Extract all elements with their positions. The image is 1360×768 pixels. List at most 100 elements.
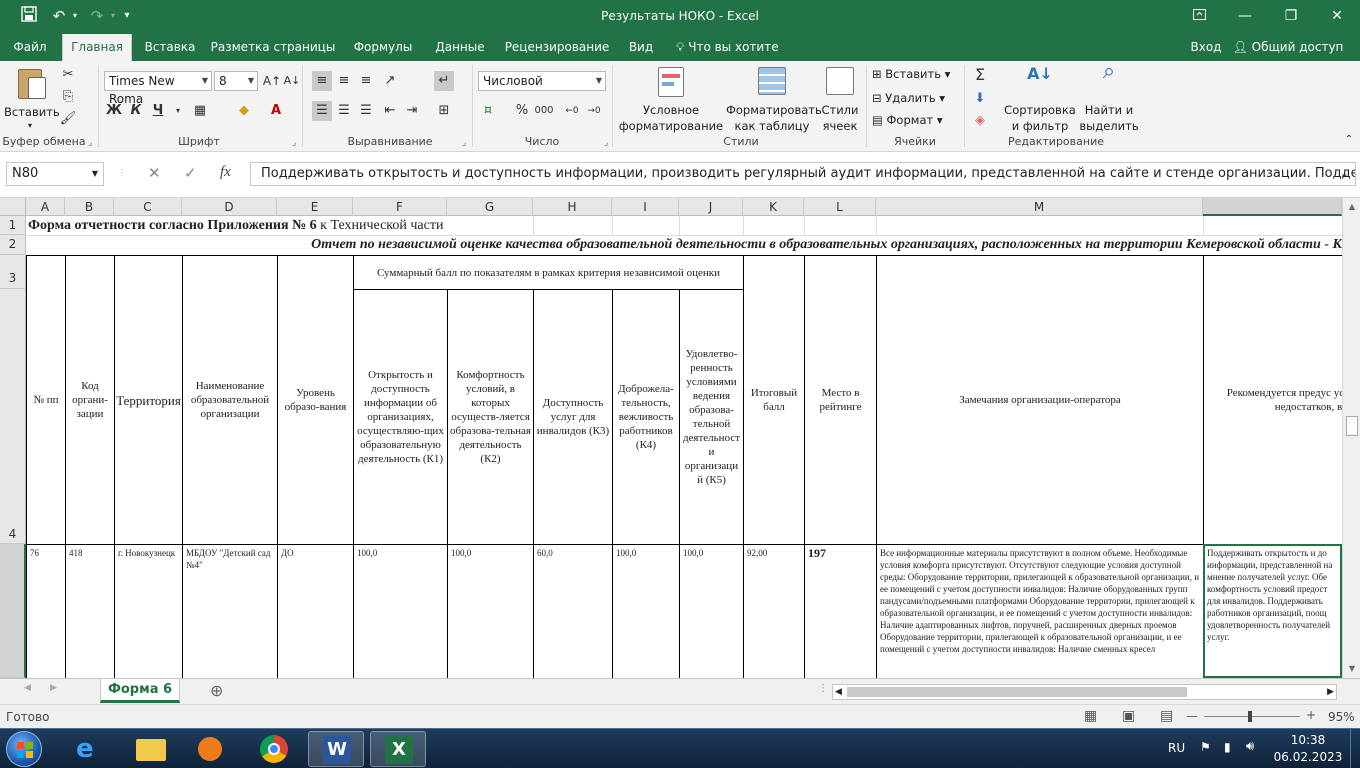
horizontal-scrollbar[interactable]: ◀ ▶ xyxy=(832,684,1337,700)
font-name-select[interactable]: Times New Roma ▼ xyxy=(104,71,212,106)
page-break-view-icon[interactable]: ▤ xyxy=(1160,708,1173,724)
spreadsheet-grid[interactable]: A B C D E F G H I J K L M 1 2 3 4 Форма … xyxy=(0,198,1342,678)
cell-c80[interactable]: г. Новокузнецк xyxy=(115,545,182,678)
cell-k80[interactable]: 92,00 xyxy=(744,545,804,678)
header-a[interactable]: № пп xyxy=(27,256,65,544)
criteria-group-header[interactable]: Суммарный балл по показателям в рамках к… xyxy=(354,256,743,289)
tab-formulas[interactable]: Формулы xyxy=(346,34,420,61)
clear-icon[interactable]: ◈ xyxy=(970,111,990,131)
row-header-2[interactable]: 2 xyxy=(0,235,26,255)
share-button[interactable]: 👤︎ Общий доступ xyxy=(1232,34,1344,61)
align-right-icon[interactable]: ☰ xyxy=(356,101,376,121)
column-header-d[interactable]: D xyxy=(182,198,277,216)
clock-date[interactable]: 06.02.2023 xyxy=(1272,750,1344,764)
thousands-button[interactable]: 000 xyxy=(534,101,554,121)
fill-color-icon[interactable]: ◆ xyxy=(234,101,254,121)
name-box[interactable]: N80 ▼ xyxy=(6,162,104,186)
header-i[interactable]: Доброжела-тельность, вежливость работник… xyxy=(613,290,679,544)
column-header-h[interactable]: H xyxy=(533,198,612,216)
cell-m80[interactable]: Все информационные материалы присутствую… xyxy=(877,545,1203,678)
align-left-icon[interactable]: ☰ xyxy=(312,101,332,121)
currency-icon[interactable]: ¤ xyxy=(478,101,498,121)
bold-button[interactable]: Ж xyxy=(104,101,124,121)
zoom-out-button[interactable]: — xyxy=(1186,709,1198,723)
column-header-k[interactable]: K xyxy=(743,198,804,216)
column-header-e[interactable]: E xyxy=(277,198,353,216)
header-f[interactable]: Открытость и доступность информации об о… xyxy=(354,290,447,544)
cell-l80[interactable]: 197 xyxy=(805,545,876,678)
header-l[interactable]: Место в рейтинге xyxy=(805,256,876,544)
font-size-select[interactable]: 8 ▼ xyxy=(214,71,258,91)
tab-home[interactable]: Главная xyxy=(62,34,132,61)
cell-i80[interactable]: 100,0 xyxy=(613,545,679,678)
cell-styles-button[interactable]: Стили ячеек xyxy=(818,65,862,135)
minimize-button[interactable]: — xyxy=(1222,0,1268,32)
cell-a2-report-title[interactable]: Отчет по независимой оценке качества обр… xyxy=(200,236,1342,254)
column-header-g[interactable]: G xyxy=(447,198,533,216)
tab-file[interactable]: Файл xyxy=(0,34,60,61)
increase-indent-icon[interactable]: ⇥ xyxy=(402,101,422,121)
align-top-icon[interactable]: ≡ xyxy=(312,71,332,91)
alignment-launcher-icon[interactable]: ⌟ xyxy=(462,138,466,148)
sheet-tab-form6[interactable]: Форма 6 xyxy=(100,679,180,703)
tab-view[interactable]: Вид xyxy=(622,34,660,61)
column-header-j[interactable]: J xyxy=(679,198,743,216)
shrink-font-icon[interactable]: A↓ xyxy=(282,71,302,91)
tab-review[interactable]: Рецензирование xyxy=(500,34,614,61)
insert-function-button[interactable]: fx xyxy=(220,164,231,181)
taskbar-excel-icon[interactable]: X xyxy=(370,731,426,767)
vertical-scroll-thumb[interactable] xyxy=(1346,416,1358,436)
zoom-slider-thumb[interactable] xyxy=(1248,711,1252,722)
select-all-corner[interactable] xyxy=(0,198,26,216)
taskbar-ie-icon[interactable]: e xyxy=(62,731,118,767)
collapse-ribbon-icon[interactable]: ⌃ xyxy=(1342,133,1356,147)
row-header-1[interactable]: 1 xyxy=(0,216,26,235)
clock-time[interactable]: 10:38 xyxy=(1278,733,1338,747)
prev-sheet-icon[interactable]: ◀ xyxy=(24,683,31,693)
zoom-level[interactable]: 95% xyxy=(1328,710,1355,724)
enter-icon[interactable]: ✓ xyxy=(184,164,197,182)
save-icon[interactable] xyxy=(18,6,40,26)
taskbar-media-icon[interactable] xyxy=(182,731,238,767)
row-header-80[interactable] xyxy=(0,544,26,678)
cell-h80[interactable]: 60,0 xyxy=(534,545,612,678)
page-layout-view-icon[interactable]: ▣ xyxy=(1122,708,1135,724)
add-sheet-button[interactable]: ⊕ xyxy=(210,681,223,700)
formula-input[interactable]: Поддерживать открытость и доступность ин… xyxy=(250,162,1356,186)
tab-data[interactable]: Данные xyxy=(428,34,492,61)
vertical-scrollbar[interactable]: ▲ ▼ xyxy=(1342,198,1360,678)
cut-icon[interactable]: ✂︎ xyxy=(58,65,78,85)
align-bottom-icon[interactable]: ≡ xyxy=(356,71,376,91)
header-j[interactable]: Удовлетво-ренность условиями ведения обр… xyxy=(680,290,743,544)
horizontal-scroll-thumb[interactable] xyxy=(847,687,1187,697)
tab-page-layout[interactable]: Разметка страницы xyxy=(210,34,336,61)
borders-icon[interactable]: ▦ xyxy=(190,101,210,121)
column-header-a[interactable]: A xyxy=(26,198,65,216)
cell-g80[interactable]: 100,0 xyxy=(448,545,533,678)
row-header-4[interactable]: 4 xyxy=(0,289,26,544)
format-as-table-button[interactable]: Форматировать как таблицу xyxy=(726,65,822,135)
scroll-left-icon[interactable]: ◀ xyxy=(835,685,842,699)
column-header-f[interactable]: F xyxy=(353,198,447,216)
column-header-c[interactable]: C xyxy=(114,198,182,216)
cell-f80[interactable]: 100,0 xyxy=(354,545,447,678)
delete-cells-button[interactable]: ⊟ Удалить ▾ xyxy=(872,91,962,105)
header-k[interactable]: Итоговый балл xyxy=(744,256,804,544)
ribbon-display-icon[interactable] xyxy=(1176,0,1222,32)
header-e[interactable]: Уровень образо-вания xyxy=(278,256,353,544)
zoom-in-button[interactable]: + xyxy=(1306,708,1316,722)
cell-j80[interactable]: 100,0 xyxy=(680,545,743,678)
next-sheet-icon[interactable]: ▶ xyxy=(50,683,57,693)
close-button[interactable]: ✕ xyxy=(1314,0,1360,32)
orientation-icon[interactable]: ↗ xyxy=(380,71,400,91)
font-color-icon[interactable]: A xyxy=(266,101,286,121)
number-launcher-icon[interactable]: ⌟ xyxy=(604,138,608,148)
customize-toolbar-icon[interactable]: ▾ xyxy=(120,6,134,26)
action-center-icon[interactable]: ⚑ xyxy=(1200,740,1211,754)
merge-center-icon[interactable]: ⊞ xyxy=(434,101,454,121)
redo-dropdown-icon[interactable]: ▾ xyxy=(108,6,118,26)
fill-icon[interactable]: ⬇ xyxy=(970,89,990,109)
find-select-button[interactable]: ⌕ Найти и выделить xyxy=(1076,61,1142,135)
underline-button[interactable]: Ч xyxy=(148,101,168,121)
volume-icon[interactable]: 🔊︎ xyxy=(1246,739,1254,754)
